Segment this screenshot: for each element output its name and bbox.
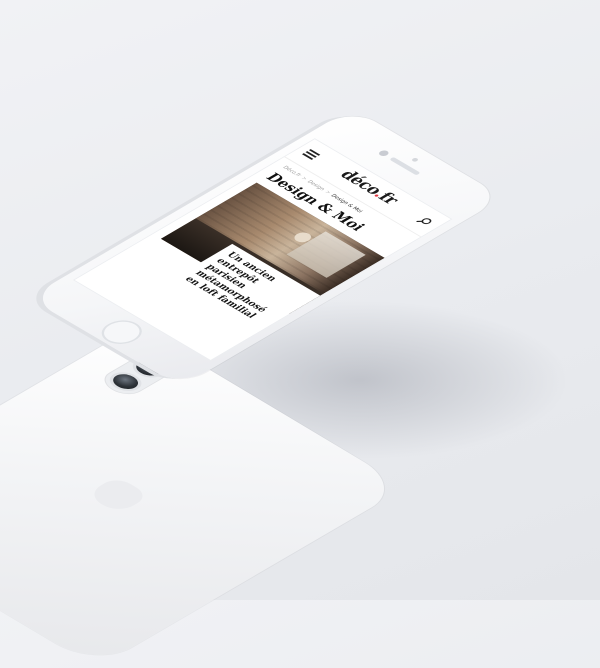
apple-logo-icon	[85, 476, 151, 515]
camera-lens-icon	[108, 371, 144, 392]
